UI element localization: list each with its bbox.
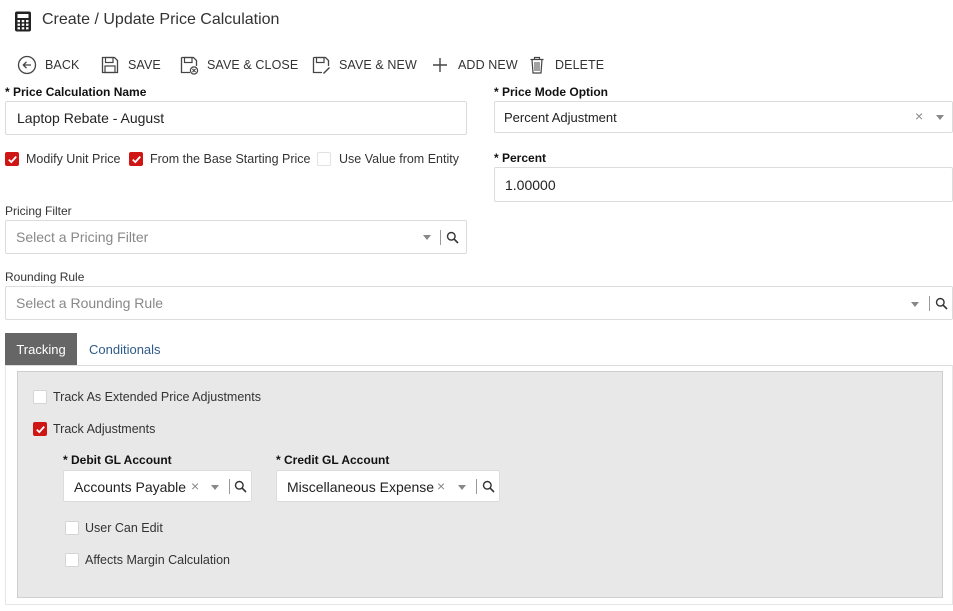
- user-can-edit-label: User Can Edit: [85, 521, 163, 535]
- search-icon[interactable]: [935, 297, 948, 310]
- rounding-rule-placeholder: Select a Rounding Rule: [16, 295, 164, 311]
- pricing-filter-label: Pricing Filter: [5, 204, 72, 218]
- percent-label: * Percent: [494, 151, 547, 165]
- back-label: BACK: [45, 58, 80, 72]
- affects-margin-checkbox[interactable]: [65, 553, 79, 567]
- credit-gl-select[interactable]: Miscellaneous Expense ×: [276, 470, 500, 502]
- price-calc-name-label: * Price Calculation Name: [5, 85, 147, 99]
- modify-unit-price-label: Modify Unit Price: [26, 152, 121, 166]
- save-new-button[interactable]: SAVE & NEW: [311, 54, 417, 76]
- credit-gl-value: Miscellaneous Expense: [287, 479, 435, 495]
- save-close-label: SAVE & CLOSE: [207, 58, 299, 72]
- use-value-entity-label: Use Value from Entity: [339, 152, 459, 166]
- user-can-edit-checkbox[interactable]: [65, 521, 79, 535]
- affects-margin-label: Affects Margin Calculation: [85, 553, 230, 567]
- pricing-filter-placeholder: Select a Pricing Filter: [16, 229, 149, 245]
- back-button[interactable]: BACK: [17, 54, 79, 76]
- percent-input[interactable]: 1.00000: [494, 167, 953, 202]
- track-adjustments-checkbox[interactable]: [33, 422, 47, 436]
- chevron-down-icon[interactable]: [936, 115, 944, 120]
- pricing-filter-select[interactable]: Select a Pricing Filter: [5, 220, 467, 254]
- tab-conditionals[interactable]: Conditionals: [89, 342, 161, 357]
- chevron-down-icon[interactable]: [458, 485, 466, 490]
- save-button[interactable]: SAVE: [100, 54, 161, 76]
- chevron-down-icon[interactable]: [211, 485, 219, 490]
- debit-gl-value: Accounts Payable: [74, 479, 187, 495]
- chevron-down-icon[interactable]: [911, 302, 919, 307]
- check-icon: [8, 156, 17, 164]
- price-calc-name-input[interactable]: Laptop Rebate - August: [5, 101, 467, 135]
- price-mode-value: Percent Adjustment: [504, 110, 617, 125]
- percent-value: 1.00000: [505, 177, 556, 193]
- from-base-label: From the Base Starting Price: [150, 152, 311, 166]
- debit-gl-select[interactable]: Accounts Payable ×: [63, 470, 252, 502]
- divider: [929, 296, 930, 311]
- clear-icon[interactable]: ×: [915, 109, 923, 123]
- tab-tracking[interactable]: Tracking: [5, 333, 77, 366]
- save-label: SAVE: [128, 58, 161, 72]
- divider: [229, 479, 230, 494]
- chevron-down-icon[interactable]: [423, 235, 431, 240]
- search-icon[interactable]: [482, 480, 495, 493]
- save-icon: [101, 56, 119, 74]
- price-mode-select[interactable]: Percent Adjustment ×: [494, 101, 953, 133]
- clear-icon[interactable]: ×: [437, 479, 445, 493]
- add-new-label: ADD NEW: [458, 58, 518, 72]
- save-close-button[interactable]: SAVE & CLOSE: [179, 54, 298, 76]
- page-title: Create / Update Price Calculation: [42, 11, 280, 28]
- track-extended-label: Track As Extended Price Adjustments: [53, 390, 261, 404]
- save-new-label: SAVE & NEW: [339, 58, 417, 72]
- price-mode-label: * Price Mode Option: [494, 85, 609, 99]
- debit-gl-label: * Debit GL Account: [63, 453, 172, 467]
- price-calc-name-value: Laptop Rebate - August: [17, 110, 165, 126]
- divider: [476, 479, 477, 494]
- search-icon[interactable]: [234, 480, 247, 493]
- modify-unit-price-checkbox[interactable]: [5, 152, 19, 166]
- from-base-checkbox[interactable]: [129, 152, 143, 166]
- track-extended-checkbox[interactable]: [33, 390, 47, 404]
- rounding-rule-select[interactable]: Select a Rounding Rule: [5, 286, 953, 320]
- rounding-rule-label: Rounding Rule: [5, 270, 85, 284]
- trash-icon: [530, 56, 544, 74]
- save-new-icon: [312, 56, 330, 74]
- divider: [440, 230, 441, 245]
- back-arrow-icon: [17, 55, 37, 75]
- delete-button[interactable]: DELETE: [527, 54, 604, 76]
- save-close-icon: [180, 56, 199, 75]
- delete-label: DELETE: [555, 58, 605, 72]
- track-adjustments-label: Track Adjustments: [53, 422, 156, 436]
- search-icon[interactable]: [446, 231, 459, 244]
- add-new-button[interactable]: ADD NEW: [430, 54, 518, 76]
- clear-icon[interactable]: ×: [191, 479, 199, 493]
- plus-icon: [433, 58, 447, 72]
- check-icon: [132, 156, 141, 164]
- credit-gl-label: * Credit GL Account: [276, 453, 390, 467]
- calculator-icon: [15, 11, 31, 32]
- check-icon: [36, 426, 45, 434]
- use-value-entity-checkbox[interactable]: [317, 152, 331, 166]
